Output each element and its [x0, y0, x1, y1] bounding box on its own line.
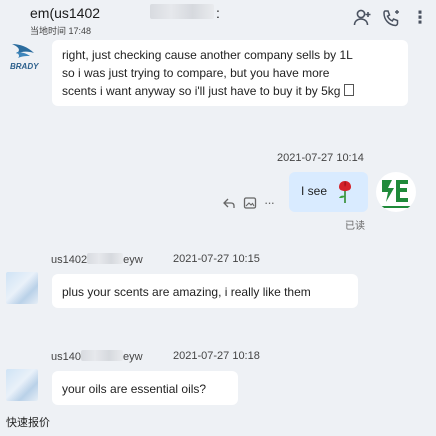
sender-name: us1402 eyw	[51, 253, 143, 266]
sender-name: us140 eyw	[51, 350, 143, 363]
title-tail: :	[216, 5, 220, 21]
avatar[interactable]	[6, 369, 38, 401]
title-prefix-redaction	[4, 2, 30, 18]
read-status: 已读	[345, 221, 365, 232]
avatar[interactable]: BRADY	[6, 38, 46, 74]
message-bubble[interactable]: right, just checking cause another compa…	[52, 40, 408, 106]
local-time-value: 17:48	[68, 26, 92, 36]
avatar[interactable]	[376, 172, 416, 212]
message-text: your oils are essential oils?	[62, 382, 207, 396]
chat-title: em(us1402	[30, 5, 101, 21]
message-bubble[interactable]: your oils are essential oils?	[52, 371, 238, 405]
message-timestamp: 2021-07-27 10:14	[277, 152, 364, 164]
image-icon[interactable]	[243, 196, 257, 210]
message-text-line: scents i want anyway so i'll just have t…	[62, 82, 408, 100]
local-time: 当地时间 17:48	[30, 24, 91, 37]
more-icon[interactable]: ···	[264, 195, 275, 210]
missing-glyph-icon	[343, 84, 354, 96]
sender-redaction	[80, 350, 123, 361]
message-text-line: so i was just trying to compare, but you…	[62, 66, 330, 80]
title-redaction	[150, 4, 214, 19]
message-bubble[interactable]: plus your scents are amazing, i really l…	[52, 274, 358, 308]
sender-redaction	[87, 253, 124, 264]
more-icon[interactable]: ⋮	[410, 8, 430, 28]
message-text: I see	[301, 184, 328, 198]
local-time-label: 当地时间	[30, 26, 67, 36]
avatar-text: BRADY	[10, 62, 39, 71]
message-timestamp: 2021-07-27 10:18	[173, 350, 260, 362]
rose-icon	[335, 178, 355, 204]
avatar[interactable]	[6, 272, 38, 304]
quick-quote-button[interactable]: 快速报价	[6, 414, 50, 430]
contact-icon[interactable]	[352, 8, 372, 28]
message-text-line: right, just checking cause another compa…	[62, 48, 353, 62]
message-bubble-outgoing[interactable]: I see	[289, 172, 368, 212]
call-icon[interactable]	[381, 8, 401, 28]
message-text: plus your scents are amazing, i really l…	[62, 285, 311, 299]
reply-icon[interactable]	[222, 196, 236, 210]
message-timestamp: 2021-07-27 10:15	[173, 253, 260, 265]
